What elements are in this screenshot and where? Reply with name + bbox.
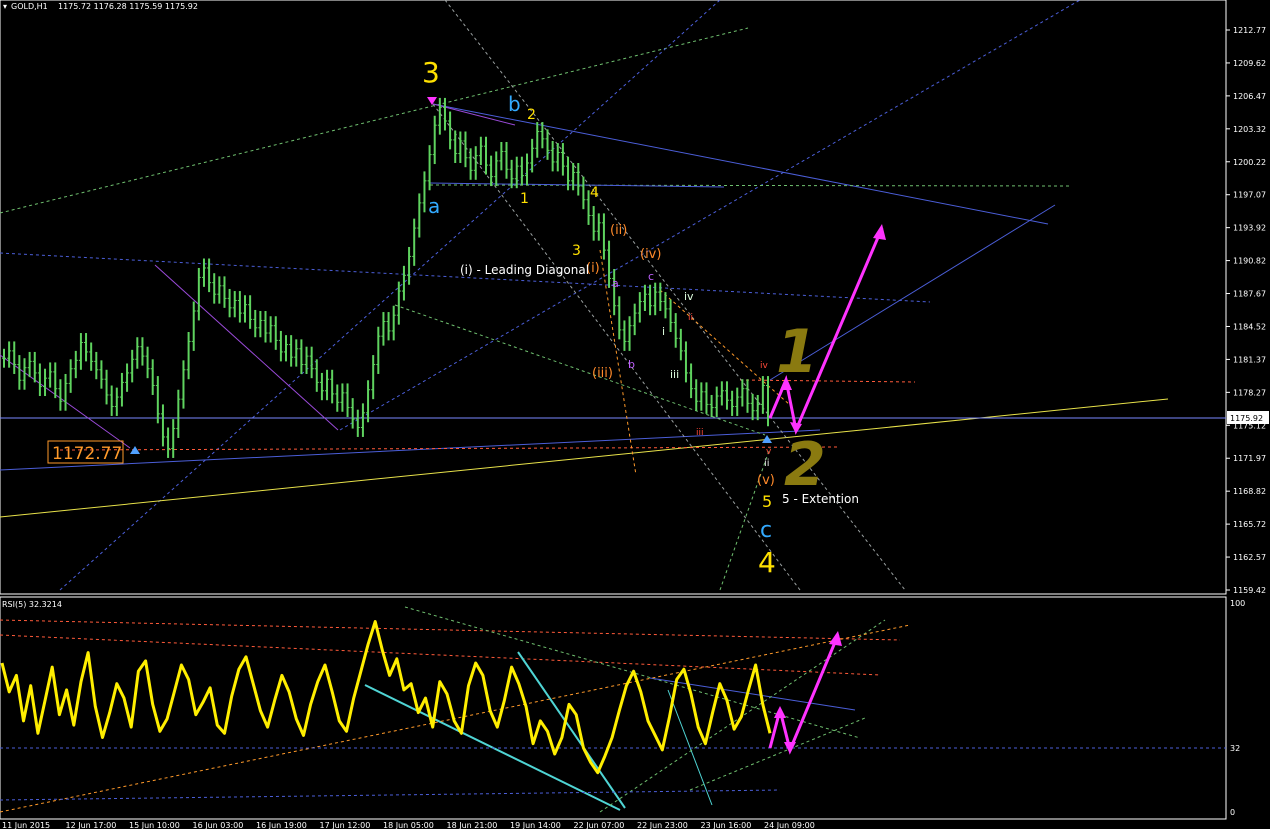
- wave-label: (iii): [592, 366, 613, 381]
- time-axis-label: 22 Jun 07:00: [574, 821, 625, 829]
- wave-label: c: [648, 270, 654, 283]
- wave-label: v: [766, 447, 772, 457]
- rsi-level-label: 0: [1230, 808, 1235, 817]
- price-axis-label: 1212.77: [1233, 26, 1266, 35]
- price-axis-label: 1187.67: [1233, 290, 1266, 299]
- time-axis-label: 19 Jun 14:00: [510, 821, 561, 829]
- time-axis-label: 17 Jun 12:00: [320, 821, 371, 829]
- time-axis-label: 12 Jun 17:00: [66, 821, 117, 829]
- wave-label: iv: [760, 361, 769, 371]
- time-axis-label: 23 Jun 16:00: [701, 821, 752, 829]
- big-wave-2-label: 2: [784, 430, 826, 500]
- wave-label: 3: [572, 243, 581, 259]
- price-axis-label: 1184.52: [1233, 322, 1266, 331]
- wave-label: 5: [762, 492, 772, 511]
- wave-label: 2: [527, 107, 536, 123]
- price-axis-label: 1206.47: [1233, 92, 1266, 101]
- wave-label: iv: [684, 290, 694, 303]
- wave-label: ii: [688, 313, 693, 323]
- chevron-down-icon[interactable]: ▾: [3, 2, 7, 11]
- wave-label: b: [508, 92, 521, 116]
- time-axis-label: 16 Jun 19:00: [256, 821, 307, 829]
- price-axis-label: 1171.97: [1233, 454, 1266, 463]
- wave-label: 4: [758, 546, 776, 579]
- rsi-level-label: 100: [1230, 599, 1245, 608]
- price-axis-label: 1181.37: [1233, 355, 1266, 364]
- price-axis-label: 1162.57: [1233, 553, 1266, 562]
- symbol-label: GOLD,H1: [11, 2, 48, 11]
- wave-label: c: [760, 518, 772, 543]
- wave-label: a: [428, 194, 440, 218]
- price-axis: 1212.77 1209.62 1206.47 1203.32 1200.22 1197.…: [1226, 26, 1266, 595]
- price-axis-label: 1203.32: [1233, 125, 1266, 134]
- price-axis-label: 1159.42: [1233, 586, 1266, 595]
- wave-label: iii: [670, 368, 679, 381]
- time-axis-label: 15 Jun 10:00: [129, 821, 180, 829]
- rsi-level-label: 32: [1230, 744, 1240, 753]
- gold-h1-chart[interactable]: ▾ GOLD,H1 1175.72 1176.28 1175.59 1175.9…: [0, 0, 1270, 829]
- price-axis-label: 1209.62: [1233, 59, 1266, 68]
- chart-frame: [0, 0, 1227, 595]
- current-price-label: 1175.92: [1230, 414, 1263, 423]
- wave-label: (ii): [610, 223, 627, 238]
- wave-label: 4: [590, 185, 599, 201]
- price-axis-label: 1178.27: [1233, 388, 1266, 397]
- wave-label: ii: [764, 458, 770, 469]
- wave-label: b: [628, 358, 635, 371]
- wave-label: i: [662, 325, 665, 338]
- wave-label: iii: [696, 428, 704, 438]
- low-price-label: 1172.77: [52, 444, 122, 464]
- price-axis-label: 1197.07: [1233, 191, 1266, 200]
- big-wave-1-label: 1: [776, 317, 818, 387]
- rsi-frame: [0, 596, 1227, 820]
- rsi-label: RSI(5) 32.3214: [2, 600, 62, 609]
- wave-label: a: [612, 277, 619, 290]
- wave-label: (v): [757, 473, 775, 488]
- price-axis-label: 1200.22: [1233, 158, 1266, 167]
- time-axis-label: 11 Jun 2015: [2, 821, 50, 829]
- leading-diagonal-label: (i) - Leading Diagonal: [460, 263, 589, 277]
- price-axis-label: 1165.72: [1233, 520, 1266, 529]
- time-axis-label: 24 Jun 09:00: [764, 821, 815, 829]
- time-axis-label: 22 Jun 23:00: [637, 821, 688, 829]
- price-axis-label: 1190.82: [1233, 257, 1266, 266]
- price-axis-label: 1168.82: [1233, 487, 1266, 496]
- wave-label: 3: [422, 56, 440, 89]
- ohlc-label: 1175.72 1176.28 1175.59 1175.92: [58, 2, 198, 11]
- wave-label: 1: [520, 191, 529, 207]
- time-axis-label: 18 Jun 05:00: [383, 821, 434, 829]
- time-axis-label: 16 Jun 03:00: [193, 821, 244, 829]
- price-axis-label: 1193.92: [1233, 224, 1266, 233]
- time-axis: 11 Jun 2015 12 Jun 17:00 15 Jun 10:00 16 Ju…: [2, 821, 815, 829]
- time-axis-label: 18 Jun 21:00: [447, 821, 498, 829]
- wave-label: (iv): [640, 247, 661, 262]
